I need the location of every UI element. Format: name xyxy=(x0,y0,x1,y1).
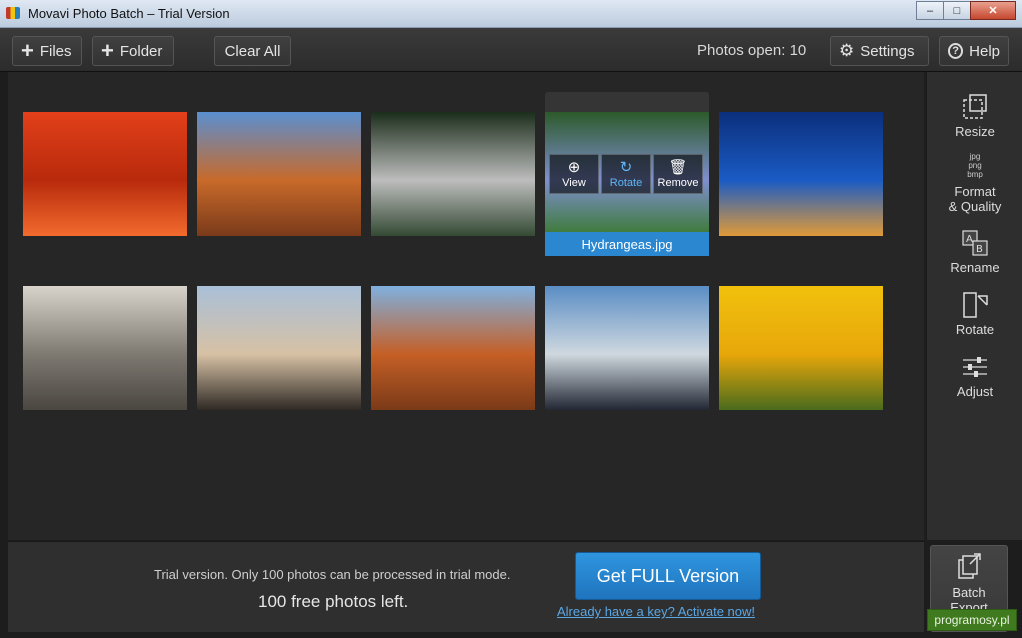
settings-label: Settings xyxy=(860,42,915,60)
title-bar: Movavi Photo Batch – Trial Version – □ ✕ xyxy=(0,0,1022,28)
tool-resize[interactable]: Resize xyxy=(927,92,1022,139)
help-button[interactable]: ? Help xyxy=(939,36,1009,66)
format-bmp: bmp xyxy=(967,170,983,179)
adjust-icon xyxy=(963,357,987,377)
close-button[interactable]: ✕ xyxy=(970,1,1016,20)
tool-label: Format xyxy=(954,184,996,199)
photo-thumbnail-selected[interactable]: ⊕ View ↻ Rotate 🗑 Remove xyxy=(545,112,709,236)
rotate-label: Rotate xyxy=(609,176,643,189)
watermark: programosy.pl xyxy=(927,609,1017,631)
view-button[interactable]: ⊕ View xyxy=(549,154,599,194)
rotate-icon xyxy=(963,292,988,318)
settings-button[interactable]: ⚙ Settings xyxy=(830,36,929,66)
photos-open-count: Photos open: 10 xyxy=(697,42,807,59)
photo-action-bar: ⊕ View ↻ Rotate 🗑 Remove xyxy=(549,154,703,194)
photo-thumbnail[interactable] xyxy=(719,112,883,236)
maximize-button[interactable]: □ xyxy=(943,1,971,20)
tools-panel: Resize jpg png bmp Format & Quality A B … xyxy=(926,72,1022,540)
tool-label: Rotate xyxy=(955,322,995,337)
add-files-label: Files xyxy=(39,42,72,60)
svg-text:A: A xyxy=(966,234,973,245)
minimize-button[interactable]: – xyxy=(916,1,944,20)
batch-export-label: Batch xyxy=(952,585,986,600)
tool-rotate[interactable]: Rotate xyxy=(927,290,1022,337)
photo-grid: ⊕ View ↻ Rotate 🗑 Remove Hydrangeas.jpg xyxy=(8,72,924,540)
format-png: png xyxy=(968,161,982,170)
photo-thumbnail[interactable] xyxy=(197,286,361,410)
clear-all-label: Clear All xyxy=(224,42,281,60)
photo-thumbnail[interactable] xyxy=(719,286,883,410)
trial-bar: Trial version. Only 100 photos can be pr… xyxy=(8,541,924,632)
svg-text:B: B xyxy=(976,244,983,255)
zoom-icon: ⊕ xyxy=(567,158,581,176)
tool-label: Adjust xyxy=(956,384,994,399)
photo-thumbnail[interactable] xyxy=(371,112,535,236)
rotate-photo-button[interactable]: ↻ Rotate xyxy=(601,154,651,194)
gear-icon: ⚙ xyxy=(839,41,855,60)
add-folder-label: Folder xyxy=(119,42,163,60)
toolbar: + Files + Folder Clear All Photos open: … xyxy=(0,28,1022,72)
trial-notice: Trial version. Only 100 photos can be pr… xyxy=(154,567,511,582)
tool-label: Rename xyxy=(950,260,1000,275)
plus-icon: + xyxy=(21,38,34,63)
window-title: Movavi Photo Batch – Trial Version xyxy=(28,6,230,21)
activate-link[interactable]: Already have a key? Activate now! xyxy=(557,604,755,619)
window-controls: – □ ✕ xyxy=(916,1,1016,20)
photo-thumbnail[interactable] xyxy=(23,112,187,236)
help-label: Help xyxy=(969,42,1000,60)
format-icon: jpg png bmp xyxy=(960,152,990,182)
help-icon: ? xyxy=(948,43,964,59)
resize-icon xyxy=(963,94,987,119)
tool-rename[interactable]: A B Rename xyxy=(927,228,1022,275)
remove-label: Remove xyxy=(657,176,699,189)
clear-all-button[interactable]: Clear All xyxy=(214,36,291,66)
photo-thumbnail[interactable] xyxy=(371,286,535,410)
export-icon xyxy=(958,553,981,579)
rename-icon: A B xyxy=(962,230,988,256)
selected-photo-caption: Hydrangeas.jpg xyxy=(545,232,709,256)
add-folder-button[interactable]: + Folder xyxy=(92,36,174,66)
tool-label: Resize xyxy=(955,124,995,139)
add-files-button[interactable]: + Files xyxy=(12,36,82,66)
tool-format-quality[interactable]: jpg png bmp Format & Quality xyxy=(927,152,1022,214)
view-label: View xyxy=(562,176,586,189)
photo-thumbnail[interactable] xyxy=(23,286,187,410)
plus-icon: + xyxy=(101,38,114,63)
tool-adjust[interactable]: Adjust xyxy=(927,352,1022,399)
tool-label-2: & Quality xyxy=(948,199,1002,214)
format-jpg: jpg xyxy=(969,152,981,161)
free-photos-left: 100 free photos left. xyxy=(258,592,409,611)
rotate-icon: ↻ xyxy=(619,158,633,176)
remove-button[interactable]: 🗑 Remove xyxy=(653,154,703,194)
photo-thumbnail[interactable] xyxy=(197,112,361,236)
app-icon xyxy=(6,7,20,19)
get-full-version-button[interactable]: Get FULL Version xyxy=(575,552,761,600)
trash-icon: 🗑 xyxy=(668,158,688,176)
photo-thumbnail[interactable] xyxy=(545,286,709,410)
